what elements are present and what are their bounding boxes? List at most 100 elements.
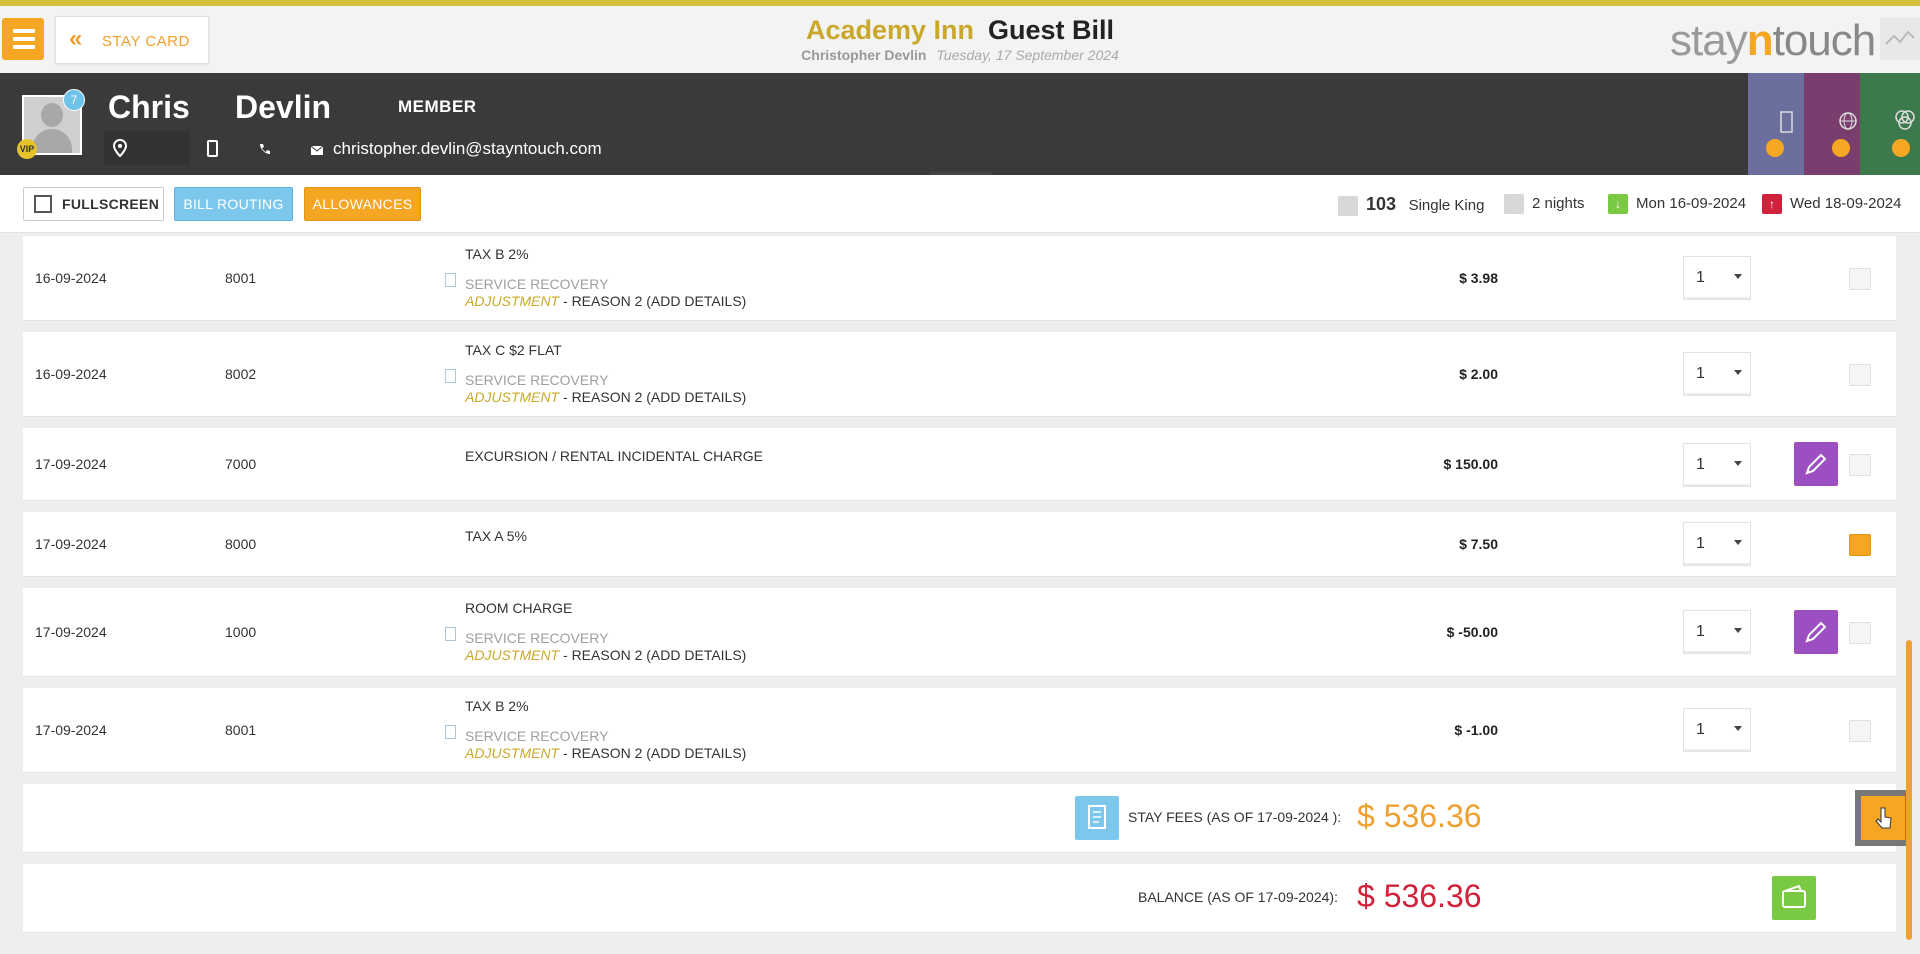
double-chevron-left-icon: « — [69, 25, 83, 52]
fullscreen-label: FULLSCREEN — [62, 196, 160, 212]
arrival-arrow-icon: ↓ — [1608, 194, 1628, 215]
chevron-down-icon — [1734, 274, 1742, 279]
transaction-code: 7000 — [225, 456, 257, 472]
brand-logo-accent: n — [1746, 16, 1774, 65]
table-row[interactable]: 16-09-2024 8001 TAX B 2% SERVICE RECOVER… — [23, 236, 1896, 320]
room-tab[interactable] — [1748, 73, 1804, 175]
scrollbar[interactable] — [1906, 640, 1912, 940]
wallet-button[interactable] — [1772, 876, 1816, 920]
fullscreen-button[interactable]: FULLSCREEN — [23, 187, 164, 221]
transaction-description: ROOM CHARGE — [465, 600, 573, 616]
bill-routing-button[interactable]: BILL ROUTING — [174, 187, 293, 221]
transaction-date: 17-09-2024 — [35, 722, 107, 738]
add-payment-button[interactable] — [1855, 790, 1911, 846]
quantity-select[interactable]: 1 — [1683, 352, 1751, 396]
chevron-down-icon — [1734, 540, 1742, 545]
web-tab[interactable] — [1804, 73, 1860, 175]
quantity-select[interactable]: 1 — [1683, 610, 1751, 654]
search-icon[interactable] — [1766, 139, 1784, 157]
chevron-down-icon — [1734, 461, 1742, 466]
transaction-description: TAX C $2 FLAT — [465, 342, 562, 358]
preferences-tab[interactable] — [1860, 73, 1920, 175]
allowances-button[interactable]: ALLOWANCES — [304, 187, 421, 221]
quantity-select[interactable]: 1 — [1683, 443, 1751, 487]
table-row[interactable]: 17-09-2024 8001 TAX B 2% SERVICE RECOVER… — [23, 688, 1896, 772]
row-checkbox[interactable] — [1849, 454, 1871, 476]
guest-banner: 7 VIP Chris Devlin MEMBER christopher.de… — [0, 73, 1920, 175]
mobile-phone-icon[interactable] — [207, 140, 219, 158]
stay-fees-row: STAY FEES (AS OF 17-09-2024 ): $ 536.36 — [23, 784, 1911, 852]
service-recovery-label: SERVICE RECOVERY — [465, 372, 609, 388]
row-checkbox[interactable] — [1849, 268, 1871, 290]
address-field[interactable] — [104, 131, 190, 165]
document-icon[interactable] — [445, 725, 456, 739]
transaction-description: TAX A 5% — [465, 528, 527, 544]
row-checkbox[interactable] — [1849, 720, 1871, 742]
edit-charge-button[interactable] — [1794, 442, 1838, 486]
row-checkbox[interactable] — [1849, 364, 1871, 386]
hotel-name: Academy Inn — [805, 15, 975, 45]
arrival-info: ↓ Mon 16-09-2024 — [1608, 193, 1746, 215]
stay-fees-label: STAY FEES (AS OF 17-09-2024 ): — [1128, 809, 1342, 825]
bill-action-bar: FULLSCREEN BILL ROUTING ALLOWANCES 103 S… — [0, 175, 1920, 233]
document-icon[interactable] — [445, 273, 456, 287]
location-pin-icon — [113, 139, 127, 157]
transaction-date: 17-09-2024 — [35, 456, 107, 472]
menu-icon[interactable] — [2, 18, 44, 60]
adjustment-reason-text: - REASON 2 (ADD DETAILS) — [559, 745, 747, 761]
door-icon — [1780, 111, 1793, 133]
quantity-value: 1 — [1696, 623, 1705, 640]
adjustment-label: ADJUSTMENT — [465, 745, 560, 761]
room-number: 103 — [1366, 194, 1397, 214]
brand-logo-suffix: touch — [1772, 16, 1877, 65]
chevron-down-icon — [1734, 628, 1742, 633]
edit-charge-button[interactable] — [1794, 610, 1838, 654]
transaction-date: 16-09-2024 — [35, 270, 107, 286]
activity-icon[interactable] — [1880, 18, 1920, 60]
adjustment-reason: ADJUSTMENT - REASON 2 (ADD DETAILS) — [465, 647, 746, 663]
search-icon[interactable] — [1892, 139, 1910, 157]
pencil-icon — [1805, 453, 1827, 475]
adjustment-reason-text: - REASON 2 (ADD DETAILS) — [559, 647, 747, 663]
business-date: Tuesday, 17 September 2024 — [936, 47, 1119, 63]
stay-card-button[interactable]: « STAY CARD — [55, 16, 209, 64]
document-icon[interactable] — [445, 627, 456, 641]
guest-last-name[interactable]: Devlin — [235, 87, 331, 127]
hand-cursor-icon — [1875, 807, 1892, 829]
quantity-value: 1 — [1696, 721, 1705, 738]
chevron-down-icon — [1734, 726, 1742, 731]
guest-first-name[interactable]: Chris — [108, 87, 190, 127]
transaction-code: 8001 — [225, 270, 257, 286]
transaction-amount: $ 2.00 — [1459, 366, 1498, 382]
quantity-select[interactable]: 1 — [1683, 708, 1751, 752]
balance-amount: $ 536.36 — [1357, 878, 1482, 914]
search-icon[interactable] — [1832, 139, 1850, 157]
quantity-select[interactable]: 1 — [1683, 256, 1751, 300]
transaction-code: 8001 — [225, 722, 257, 738]
table-row[interactable]: 16-09-2024 8002 TAX C $2 FLAT SERVICE RE… — [23, 332, 1896, 416]
vip-badge: VIP — [17, 139, 37, 159]
row-checkbox[interactable] — [1849, 622, 1871, 644]
phone-icon[interactable] — [258, 142, 272, 156]
room-type: Single King — [1408, 197, 1485, 214]
notification-badge[interactable]: 7 — [63, 89, 85, 111]
adjustment-reason-text: - REASON 2 (ADD DETAILS) — [559, 293, 747, 309]
quantity-select[interactable]: 1 — [1683, 522, 1751, 566]
transaction-amount: $ 7.50 — [1459, 536, 1498, 552]
table-row[interactable]: 17-09-2024 1000 ROOM CHARGE SERVICE RECO… — [23, 588, 1896, 676]
adjustment-label: ADJUSTMENT — [465, 293, 560, 309]
brand-logo: stayntouch — [1670, 16, 1877, 66]
room-key-icon — [1338, 196, 1358, 217]
guest-email[interactable]: christopher.devlin@stayntouch.com — [333, 139, 602, 159]
table-row[interactable]: 17-09-2024 8000 TAX A 5% $ 7.50 1 — [23, 512, 1896, 576]
quantity-value: 1 — [1696, 365, 1705, 382]
transaction-code: 8000 — [225, 536, 257, 552]
receipt-icon[interactable] — [1075, 796, 1119, 840]
wallet-icon — [1782, 884, 1806, 908]
document-icon[interactable] — [445, 369, 456, 383]
transaction-amount: $ 3.98 — [1459, 270, 1498, 286]
guest-full-name: Christopher Devlin — [801, 47, 927, 63]
table-row[interactable]: 17-09-2024 7000 EXCURSION / RENTAL INCID… — [23, 428, 1896, 500]
adjustment-label: ADJUSTMENT — [465, 389, 560, 405]
row-checkbox-checked[interactable] — [1849, 534, 1871, 556]
